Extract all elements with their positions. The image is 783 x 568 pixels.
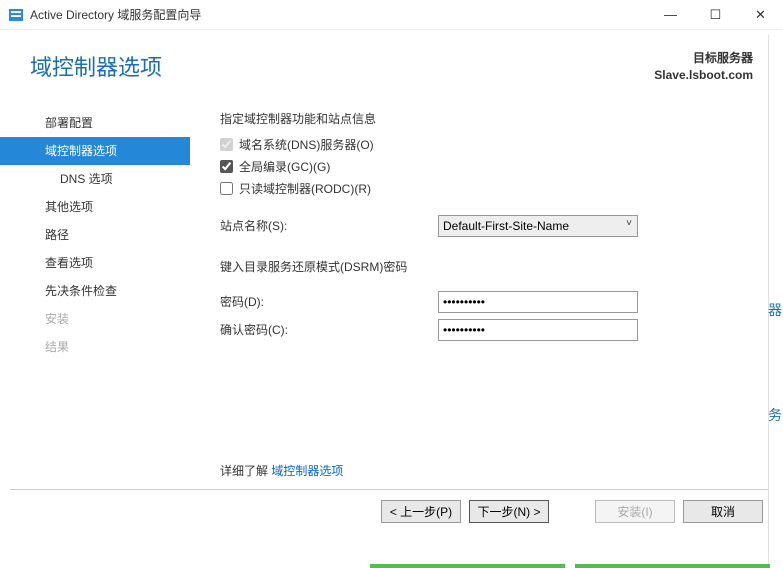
gc-checkbox-row: 全局编录(GC)(G)	[220, 157, 753, 177]
sidebar-item-results: 结果	[0, 333, 190, 361]
content: 指定域控制器功能和站点信息 域名系统(DNS)服务器(O) 全局编录(GC)(G…	[190, 104, 783, 489]
confirm-password-label: 确认密码(C):	[220, 321, 438, 338]
stray-char-a: 器	[768, 300, 782, 320]
dns-checkbox-row: 域名系统(DNS)服务器(O)	[220, 135, 753, 155]
sidebar-item-paths[interactable]: 路径	[0, 221, 190, 249]
target-server-block: 目标服务器 Slave.lsboot.com	[654, 50, 753, 84]
site-label: 站点名称(S):	[220, 217, 438, 234]
intro-text: 指定域控制器功能和站点信息	[220, 109, 753, 129]
password-label: 密码(D):	[220, 293, 438, 310]
sidebar-item-prereq[interactable]: 先决条件检查	[0, 277, 190, 305]
rodc-checkbox-label: 只读域控制器(RODC)(R)	[239, 179, 371, 199]
dns-checkbox-label: 域名系统(DNS)服务器(O)	[239, 135, 374, 155]
site-select[interactable]: Default-First-Site-Name	[438, 215, 638, 237]
sidebar-item-other[interactable]: 其他选项	[0, 193, 190, 221]
maximize-button[interactable]: ☐	[693, 0, 738, 29]
page-title: 域控制器选项	[30, 50, 162, 82]
gc-checkbox[interactable]	[220, 160, 233, 173]
site-row: 站点名称(S): Default-First-Site-Name	[220, 215, 753, 237]
dsrm-intro: 键入目录服务还原模式(DSRM)密码	[220, 257, 753, 277]
footer: < 上一步(P) 下一步(N) > 安装(I) 取消	[0, 490, 783, 534]
next-button[interactable]: 下一步(N) >	[469, 500, 549, 523]
sidebar: 部署配置 域控制器选项 DNS 选项 其他选项 路径 查看选项 先决条件检查 安…	[0, 104, 190, 489]
window-title: Active Directory 域服务配置向导	[30, 6, 201, 23]
sidebar-item-install: 安装	[0, 305, 190, 333]
sidebar-item-dc-options[interactable]: 域控制器选项	[0, 137, 190, 165]
header: 域控制器选项 目标服务器 Slave.lsboot.com	[0, 30, 783, 94]
confirm-password-row: 确认密码(C):	[220, 319, 753, 341]
learn-more-prefix: 详细了解	[220, 464, 271, 478]
prev-button[interactable]: < 上一步(P)	[381, 500, 461, 523]
password-input[interactable]	[438, 291, 638, 313]
close-button[interactable]: ✕	[738, 0, 783, 29]
dns-checkbox[interactable]	[220, 138, 233, 151]
confirm-password-input[interactable]	[438, 319, 638, 341]
minimize-button[interactable]: —	[648, 0, 693, 29]
password-row: 密码(D):	[220, 291, 753, 313]
app-icon	[8, 7, 24, 23]
target-label: 目标服务器	[654, 50, 753, 67]
cancel-button[interactable]: 取消	[683, 500, 763, 523]
sidebar-item-review[interactable]: 查看选项	[0, 249, 190, 277]
rodc-checkbox-row: 只读域控制器(RODC)(R)	[220, 179, 753, 199]
gc-checkbox-label: 全局编录(GC)(G)	[239, 157, 330, 177]
stray-char-b: 务	[768, 405, 782, 425]
bottom-progress	[0, 560, 783, 568]
target-server: Slave.lsboot.com	[654, 67, 753, 84]
install-button: 安装(I)	[595, 500, 675, 523]
sidebar-item-deploy[interactable]: 部署配置	[0, 109, 190, 137]
right-edge: 器 务	[768, 35, 783, 568]
sidebar-item-dns-options[interactable]: DNS 选项	[0, 165, 190, 193]
body: 部署配置 域控制器选项 DNS 选项 其他选项 路径 查看选项 先决条件检查 安…	[0, 94, 783, 489]
titlebar: Active Directory 域服务配置向导 — ☐ ✕	[0, 0, 783, 30]
window-controls: — ☐ ✕	[648, 0, 783, 29]
learn-more-link[interactable]: 域控制器选项	[271, 464, 343, 478]
rodc-checkbox[interactable]	[220, 182, 233, 195]
learn-more: 详细了解 域控制器选项	[220, 462, 343, 479]
